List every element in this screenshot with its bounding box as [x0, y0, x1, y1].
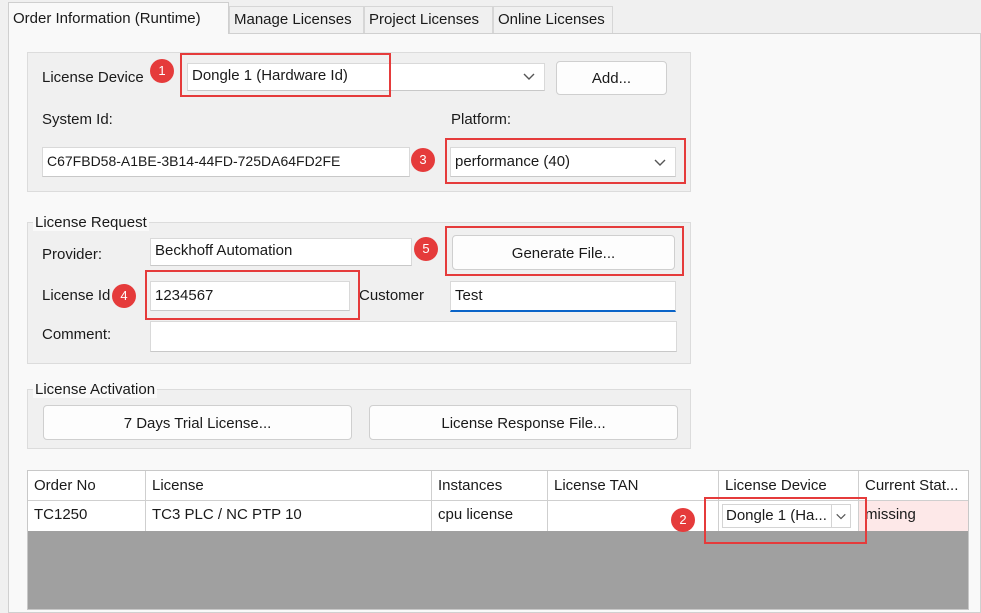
- tab-project-licenses[interactable]: Project Licenses: [364, 6, 493, 33]
- callout-generate-file: [445, 226, 684, 276]
- callout-platform: [445, 138, 686, 184]
- platform-label: Platform:: [451, 111, 512, 128]
- column-header-label: Instances: [438, 477, 503, 494]
- callout-table-license-device: [704, 497, 867, 544]
- current-status-cell: missing: [859, 501, 968, 531]
- annotation-badge-4: 4: [112, 284, 136, 308]
- customer-label: Customer: [359, 287, 425, 304]
- license-cell: TC3 PLC / NC PTP 10: [146, 501, 432, 531]
- annotation-badge-3: 3: [411, 148, 435, 172]
- add-button[interactable]: Add...: [556, 61, 667, 95]
- chevron-down-icon: [523, 73, 535, 80]
- system-id-field[interactable]: C67FBD58-A1BE-3B14-44FD-725DA64FD2FE: [42, 147, 410, 177]
- license-activation-title: License Activation: [33, 381, 158, 398]
- system-id-value: C67FBD58-A1BE-3B14-44FD-725DA64FD2FE: [47, 153, 341, 169]
- annotation-badge-2: 2: [671, 508, 695, 532]
- column-header-instances[interactable]: Instances: [432, 471, 548, 501]
- license-device-label: License Device: [42, 69, 144, 86]
- provider-value: Beckhoff Automation: [155, 242, 293, 259]
- comment-label: Comment:: [42, 326, 112, 343]
- annotation-badge-5: 5: [414, 237, 438, 261]
- comment-field[interactable]: [150, 321, 677, 352]
- column-header-label: Order No: [34, 477, 96, 494]
- system-id-label: System Id:: [42, 111, 113, 128]
- tab-order-information[interactable]: Order Information (Runtime): [8, 2, 229, 34]
- column-header-label: Current Stat...: [865, 477, 959, 494]
- column-header-label: License Device: [725, 477, 827, 494]
- provider-field[interactable]: Beckhoff Automation: [150, 238, 412, 266]
- provider-label: Provider:: [42, 246, 103, 263]
- tab-manage-licenses[interactable]: Manage Licenses: [229, 6, 364, 33]
- column-header-label: License: [152, 477, 204, 494]
- column-header-label: License TAN: [554, 477, 639, 494]
- column-header-order-no[interactable]: Order No: [28, 471, 146, 501]
- instances-cell: cpu license: [432, 501, 548, 531]
- order-no-cell: TC1250: [28, 501, 146, 531]
- callout-license-id: [145, 270, 360, 320]
- trial-license-label: 7 Days Trial License...: [123, 415, 272, 432]
- license-id-label: License Id: [42, 287, 111, 304]
- tab-label: Online Licenses: [498, 11, 605, 28]
- add-button-label: Add...: [591, 70, 632, 87]
- column-header-current-status[interactable]: Current Stat...: [859, 471, 968, 501]
- tab-online-licenses[interactable]: Online Licenses: [493, 6, 613, 33]
- trial-license-button[interactable]: 7 Days Trial License...: [43, 405, 352, 440]
- column-header-license[interactable]: License: [146, 471, 432, 501]
- column-header-license-tan[interactable]: License TAN: [548, 471, 719, 501]
- annotation-badge-1: 1: [150, 59, 174, 83]
- license-request-title: License Request: [33, 214, 149, 231]
- tab-label: Project Licenses: [369, 11, 480, 28]
- tab-label: Order Information (Runtime): [13, 10, 201, 27]
- license-response-file-label: License Response File...: [441, 415, 606, 432]
- license-response-file-button[interactable]: License Response File...: [369, 405, 678, 440]
- customer-value: Test: [455, 287, 483, 304]
- customer-field[interactable]: Test: [450, 281, 676, 312]
- tab-label: Manage Licenses: [234, 11, 352, 28]
- callout-license-device: [180, 53, 391, 97]
